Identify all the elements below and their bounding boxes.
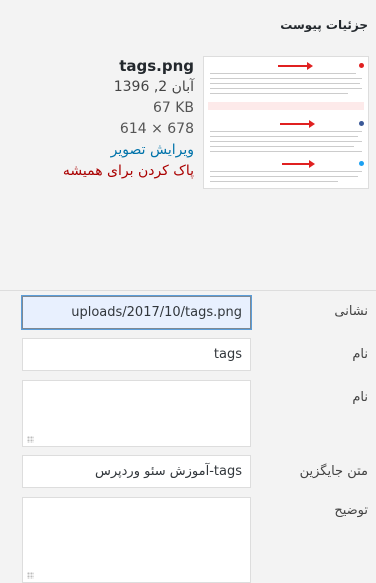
caption-textarea[interactable]: [22, 380, 251, 447]
title-field[interactable]: tags: [22, 338, 251, 371]
attachment-thumbnail[interactable]: [203, 56, 369, 189]
section-divider: [0, 290, 376, 291]
attachment-meta: tags.png آبان 2, 1396 67 KB 614 × 678 وی…: [44, 56, 194, 182]
resize-handle-icon[interactable]: [27, 572, 34, 579]
description-label: توضیح: [334, 503, 368, 518]
resize-handle-icon[interactable]: [27, 436, 34, 443]
alt-text-label: متن جایگزین: [299, 464, 368, 479]
url-label: نشانی: [334, 304, 368, 319]
edit-image-link[interactable]: ویرایش تصویر: [44, 140, 194, 161]
file-name: tags.png: [119, 57, 194, 75]
description-textarea[interactable]: [22, 497, 251, 583]
attachment-details-panel: جزئیات پیوست tags.png آبان 2, 1396 67 KB…: [0, 0, 376, 583]
alt-text-field[interactable]: tags-آموزش سئو وردپرس: [22, 455, 251, 488]
delete-permanently-link[interactable]: پاک کردن برای همیشه: [44, 161, 194, 182]
url-field[interactable]: uploads/2017/10/tags.png: [22, 296, 251, 329]
upload-date: آبان 2, 1396: [113, 79, 194, 95]
title-label: نام: [352, 347, 368, 362]
image-dimensions: 614 × 678: [119, 121, 194, 137]
file-size: 67 KB: [152, 100, 194, 116]
panel-title: جزئیات پیوست: [280, 18, 368, 32]
caption-label: نام: [352, 390, 368, 405]
